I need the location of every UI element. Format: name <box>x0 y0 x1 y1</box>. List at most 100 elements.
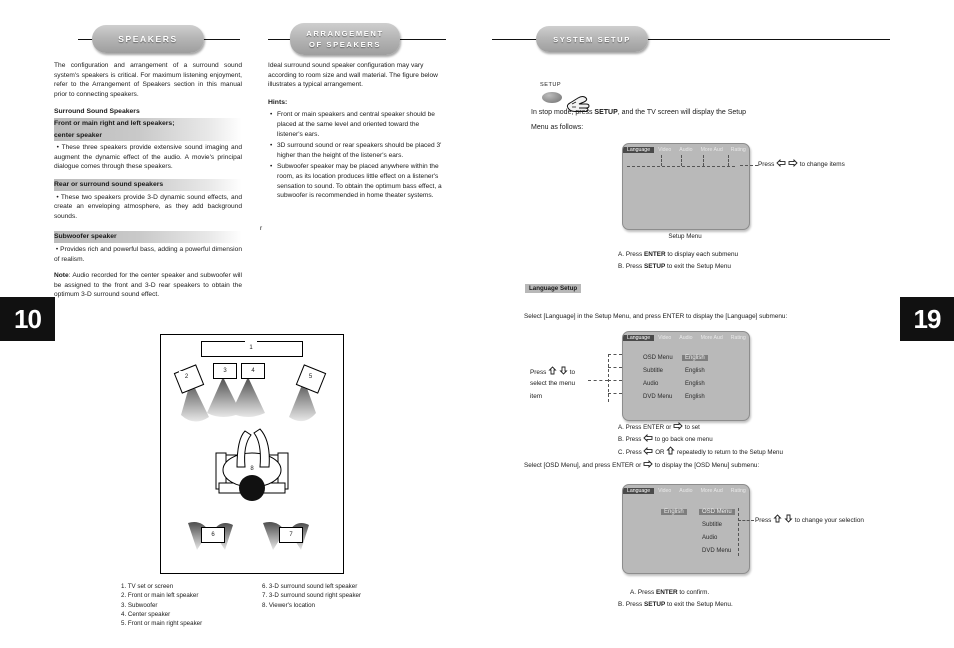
section-label-language-setup: Language Setup <box>525 284 582 293</box>
osd-language-submenu: Language Video Audio More Aud Rating OSD… <box>622 331 750 421</box>
row-subtitle-label[interactable]: Subtitle <box>643 368 663 374</box>
tab-language[interactable]: Language <box>623 334 655 341</box>
tab-rating[interactable]: Rating <box>727 335 749 341</box>
tab-more-aud[interactable]: More Aud <box>697 147 727 153</box>
diagram-marker-2: 2 <box>179 371 194 383</box>
tab-rating[interactable]: Rating <box>727 488 749 494</box>
osd-menu-intro: Select [OSD Menu], and press ENTER or to… <box>524 460 759 471</box>
osd-tab-bar: Language Video Audio More Aud Rating <box>623 144 749 155</box>
legend-item: 4. Center speaker <box>121 610 171 618</box>
row-osd-menu-value[interactable]: English <box>682 355 708 361</box>
instruction-line2-text: Menu as follows: <box>531 124 584 131</box>
paragraph-subwoofer-text: Provides rich and powerful bass, adding … <box>54 245 242 263</box>
step-b-suffix: to exit the Setup Menu <box>665 263 731 270</box>
leader-line <box>608 367 622 368</box>
tab-video[interactable]: Video <box>654 488 675 494</box>
leader-bracket <box>608 354 609 402</box>
tab-audio[interactable]: Audio <box>675 488 696 494</box>
arrow-right-icon <box>643 460 653 468</box>
hints-list: • Front or main speakers and central spea… <box>268 110 446 200</box>
row-audio-value[interactable]: English <box>685 381 705 387</box>
leader-line-to-hint <box>588 380 608 381</box>
osd-step-a-suffix: to confirm. <box>677 589 710 596</box>
diagram-marker-4-label: 4 <box>251 368 255 374</box>
setup-button-icon[interactable] <box>542 92 562 103</box>
step-b-prefix: B. Press <box>618 263 644 270</box>
hint-change-items: Press to change items <box>758 159 845 170</box>
osd-menu-intro-b: to display the [OSD Menu] submenu: <box>654 462 760 469</box>
arrow-right-icon <box>788 159 798 167</box>
row-dvd-menu-label[interactable]: DVD Menu <box>643 394 672 400</box>
banner-title-arrangement-1: ARRANGEMENT <box>306 29 384 38</box>
step-a-keyword: ENTER <box>643 251 666 258</box>
osd-osdmenu-submenu: Language Video Audio More Aud Rating Eng… <box>622 484 750 574</box>
diagram-marker-8: 8 <box>246 463 258 474</box>
step-a-prefix: A. Press <box>618 251 644 258</box>
row-dvd-menu-value[interactable]: English <box>685 394 705 400</box>
arrow-left-icon <box>643 434 653 442</box>
tab-audio[interactable]: Audio <box>675 147 696 153</box>
osd-step-b-keyword: SETUP <box>643 601 666 608</box>
tab-more-aud[interactable]: More Aud <box>697 335 727 341</box>
selected-language-value[interactable]: English <box>661 509 687 515</box>
stray-character: r <box>260 225 263 232</box>
legend-item: 5. Front or main right speaker <box>121 620 203 628</box>
tab-language[interactable]: Language <box>623 487 655 494</box>
language-step-c: C. Press OR repeatedly to return to the … <box>618 446 783 458</box>
stop-mode-instruction-line2: Menu as follows: <box>531 123 583 133</box>
setup-button-illustration: SETUP <box>540 82 590 112</box>
paragraph-subwoofer: • Provides rich and powerful bass, addin… <box>54 245 242 264</box>
list-item: • Subwoofer speaker may be placed anywher… <box>270 162 446 200</box>
language-step-a: A. Press ENTER or to set <box>618 422 700 433</box>
heading-hints: Hints: <box>268 98 288 106</box>
list-item: • 3D surround sound or rear speakers shou… <box>270 141 446 160</box>
row-audio-label[interactable]: Audio <box>643 381 658 387</box>
hint-change-items-suffix: to change items <box>799 161 845 168</box>
arrow-left-icon <box>776 159 786 167</box>
tab-divider <box>703 155 704 166</box>
banner-speakers: SPEAKERS <box>78 22 240 56</box>
banner-pill-arrangement: ARRANGEMENT OF SPEAKERS <box>290 23 400 55</box>
legend-item: 7. 3-D surround sound right speaker <box>262 592 362 600</box>
hint-text: Front or main speakers and central speak… <box>277 111 435 138</box>
tab-audio[interactable]: Audio <box>675 335 696 341</box>
leader-bracket-right <box>738 508 739 556</box>
bullet-icon: • <box>270 142 273 150</box>
tab-more-aud[interactable]: More Aud <box>697 488 727 494</box>
caption-setup-menu: Setup Menu <box>622 233 748 240</box>
diagram-legend-left: 1. TV set or screen 2. Front or main lef… <box>121 582 202 628</box>
row-subtitle-value[interactable]: English <box>685 368 705 374</box>
submenu-row-subtitle[interactable]: Subtitle <box>702 522 722 528</box>
tab-video[interactable]: Video <box>654 147 675 153</box>
heading-surround-sound-speakers: Surround Sound Speakers <box>54 108 140 116</box>
diagram-marker-3: 3 <box>213 363 237 379</box>
osd-step-a-keyword: ENTER <box>655 589 678 596</box>
tab-rating[interactable]: Rating <box>727 147 749 153</box>
list-item: • Front or main speakers and central spea… <box>270 110 446 139</box>
submenu-row-osd-menu[interactable]: OSD Menu <box>699 509 735 515</box>
osd-step-a-prefix: A. Press <box>630 589 656 596</box>
tab-language[interactable]: Language <box>623 146 655 153</box>
hint-text: Subwoofer speaker may be placed anywhere… <box>277 163 442 200</box>
page-number-left-value: 10 <box>14 303 42 334</box>
osd-setup-menu: Language Video Audio More Aud Rating <box>622 143 750 230</box>
paragraph-arrangement-intro: Ideal surround sound speaker configurati… <box>268 62 438 89</box>
osd-tab-bar: Language Video Audio More Aud Rating <box>623 485 749 496</box>
arrow-down-icon <box>559 366 568 375</box>
row-osd-menu-label[interactable]: OSD Menu <box>643 355 673 361</box>
heading-rear-speakers: Rear or surround sound speakers <box>54 178 242 191</box>
diagram-marker-5-label: 5 <box>308 374 313 380</box>
note-text: : Audio recorded for the center speaker … <box>54 272 242 299</box>
banner-title-system-setup: SYSTEM SETUP <box>553 34 631 44</box>
legend-item: 2. Front or main left speaker <box>121 592 199 600</box>
language-step-b: B. Press to go back one menu <box>618 434 713 445</box>
submenu-row-audio[interactable]: Audio <box>702 535 717 541</box>
leader-line <box>608 393 622 394</box>
paragraph-note: Note: Audio recorded for the center spea… <box>54 271 242 300</box>
submenu-row-dvd-menu[interactable]: DVD Menu <box>702 548 731 554</box>
diagram-marker-6: 6 <box>201 527 225 543</box>
tab-video[interactable]: Video <box>654 335 675 341</box>
bullet-dot: • <box>54 144 62 152</box>
banner-title-speakers: SPEAKERS <box>118 34 178 44</box>
paragraph-front-speakers: • These three speakers provide extensive… <box>54 143 242 172</box>
